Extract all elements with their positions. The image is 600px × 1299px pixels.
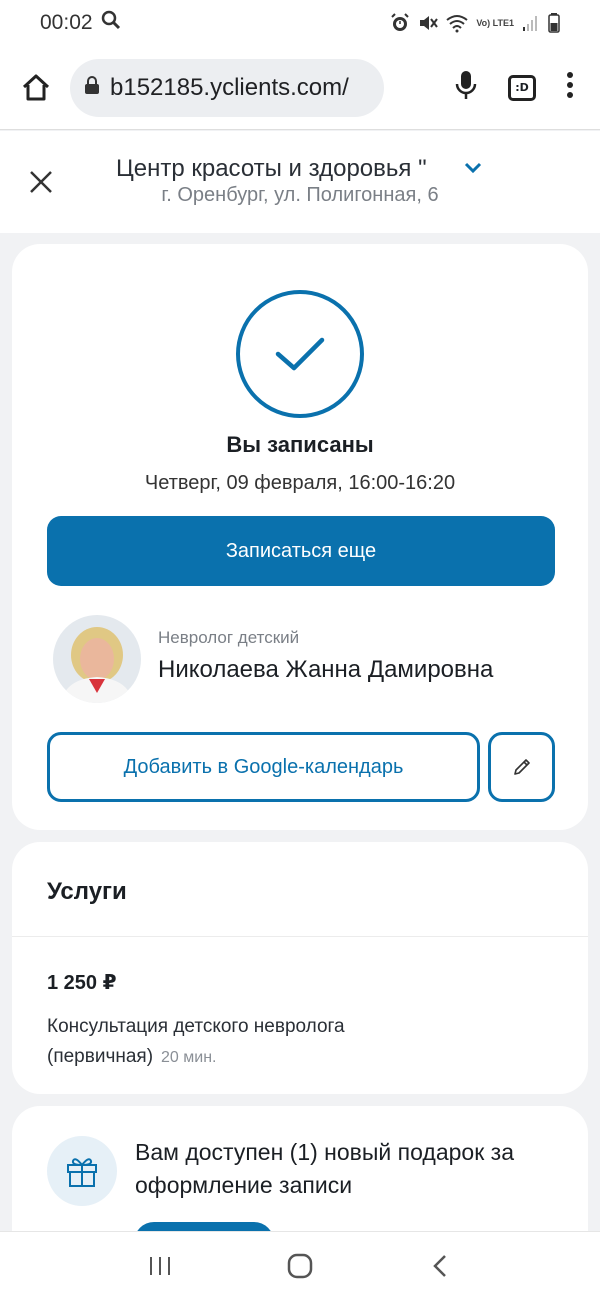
service-duration: 20 мин. <box>161 1049 217 1066</box>
chevron-down-icon <box>464 162 482 174</box>
doctor-name: Николаева Жанна Дамировна <box>158 656 494 683</box>
url-text: b152185.yclients.com/ <box>110 73 349 101</box>
booking-datetime: Четверг, 09 февраля, 16:00-16:20 <box>144 472 456 494</box>
home-circle-icon <box>287 1253 313 1278</box>
company-address: г. Оренбург, ул. Полигонная, 6 <box>161 184 439 206</box>
pencil-icon <box>513 759 530 775</box>
edit-booking-button[interactable] <box>488 732 555 802</box>
wifi-icon <box>446 13 468 33</box>
services-card: Услуги 1 250 ₽ Консультация детского нев… <box>12 842 588 1094</box>
divider <box>12 936 588 937</box>
recent-apps-icon <box>150 1256 170 1275</box>
book-again-button[interactable]: Записаться еще <box>47 516 555 586</box>
tab-switcher-button[interactable]: :D <box>508 74 536 101</box>
services-title: Услуги <box>47 878 127 905</box>
microphone-icon <box>455 71 477 99</box>
add-google-calendar-button[interactable]: Добавить в Google-календарь <box>47 732 480 802</box>
system-navigation-bar <box>0 1231 600 1299</box>
address-bar[interactable]: b152185.yclients.com/ <box>70 58 384 117</box>
recent-apps-button[interactable] <box>140 1246 180 1286</box>
status-bar: 00:02 Vo) LTE1 <box>0 0 600 46</box>
service-price: 1 250 ₽ <box>47 972 117 994</box>
gift-message: Вам доступен (1) новый подарок за оформл… <box>135 1139 514 1198</box>
more-menu-button[interactable] <box>566 71 574 104</box>
back-button[interactable] <box>420 1246 460 1286</box>
company-dropdown-button[interactable] <box>464 161 482 179</box>
doctor-avatar <box>53 615 141 703</box>
service-item: Консультация детского невролога (первичн… <box>47 1012 467 1073</box>
search-icon <box>101 10 121 36</box>
more-vertical-icon <box>567 72 573 98</box>
mute-icon <box>418 13 439 33</box>
booking-status-title: Вы записаны <box>226 432 374 457</box>
booking-confirmation-card: Вы записаны Четверг, 09 февраля, 16:00-1… <box>12 244 588 830</box>
success-check-icon <box>236 290 364 418</box>
page-header: Центр красоты и здоровья " г. Оренбург, … <box>0 131 600 233</box>
signal-icon <box>522 14 540 32</box>
network-label: Vo) LTE1 <box>476 17 514 28</box>
home-icon <box>22 74 50 100</box>
home-nav-button[interactable] <box>280 1246 320 1286</box>
back-icon <box>433 1254 446 1277</box>
doctor-role: Невролог детский <box>158 628 300 647</box>
alarm-icon <box>390 13 410 33</box>
lock-icon <box>84 75 100 100</box>
browser-toolbar: b152185.yclients.com/ :D <box>0 46 600 130</box>
status-time: 00:02 <box>40 11 93 34</box>
microphone-button[interactable] <box>454 69 478 106</box>
battery-icon <box>548 13 560 33</box>
home-button[interactable] <box>16 68 56 108</box>
company-title[interactable]: Центр красоты и здоровья " <box>116 155 456 183</box>
gift-icon <box>47 1136 117 1206</box>
